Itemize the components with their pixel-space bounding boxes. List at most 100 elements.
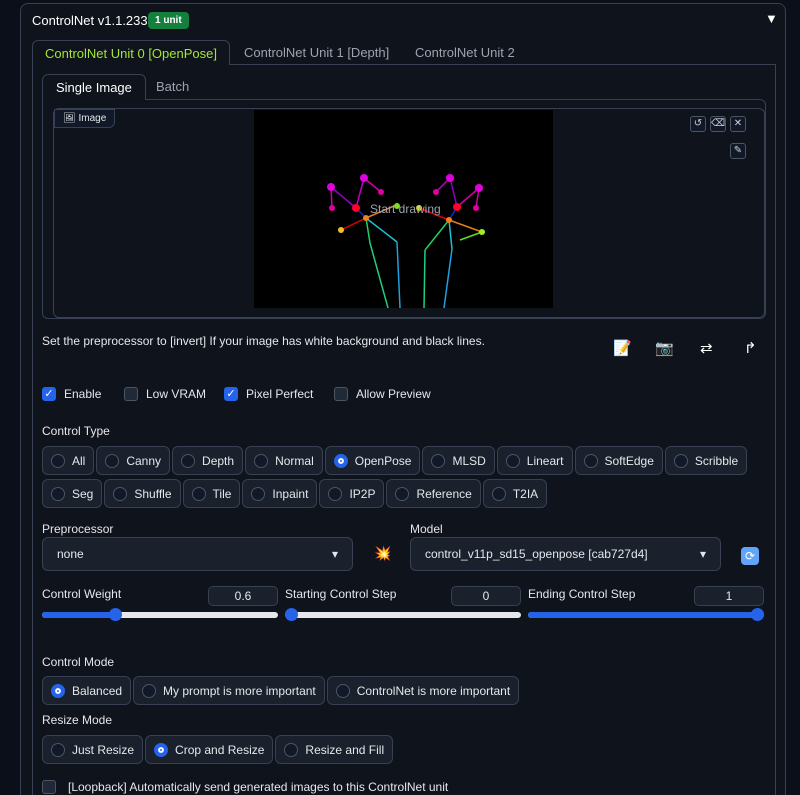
radio-reference[interactable]: Reference [386,479,481,508]
close-icon[interactable]: ✕ [730,116,746,132]
radio-circle-icon[interactable] [51,486,65,501]
radio-all[interactable]: All [42,446,95,475]
eraser-icon[interactable]: ⌫ [710,116,726,132]
radio-ip2p[interactable]: IP2P [319,479,385,508]
radio-my-prompt-is-more-important[interactable]: My prompt is more important [133,676,325,705]
radio-label: Tile [212,486,232,501]
chevron-down-icon: ▾ [331,547,338,561]
radio-label: My prompt is more important [163,683,316,698]
radio-label: All [72,453,86,468]
collapse-triangle-icon[interactable]: ▼ [765,11,778,26]
radio-crop-and-resize[interactable]: Crop and Resize [145,735,274,764]
radio-softedge[interactable]: SoftEdge [574,446,663,475]
chevron-down-icon: ▾ [699,547,706,561]
radio-resize-and-fill[interactable]: Resize and Fill [275,735,394,764]
radio-balanced[interactable]: Balanced [42,676,132,705]
radio-normal[interactable]: Normal [245,446,323,475]
control-type-row-2: Seg Shuffle Tile Inpaint IP2P Reference T2IA [42,479,548,508]
radio-circle-icon[interactable] [191,486,206,501]
checkbox-icon[interactable] [42,780,56,794]
preprocessor-dropdown[interactable]: none ▾ [42,537,353,571]
radio-circle-icon[interactable] [251,486,266,501]
panel-title: ControlNet v1.1.233 [32,13,148,28]
loopback-checkbox[interactable]: [Loopback] Automatically send generated … [42,780,448,794]
radio-circle-icon[interactable] [51,742,65,757]
checkbox-icon[interactable]: ✓ [42,387,56,401]
slider-thumb[interactable] [108,608,122,621]
radio-circle-icon[interactable] [335,683,350,698]
slider-label: Control Weight [42,587,122,601]
slider-track[interactable] [285,608,521,621]
radio-circle-icon[interactable] [154,742,169,757]
radio-controlnet-is-more-important[interactable]: ControlNet is more important [326,676,520,705]
radio-circle-icon[interactable] [113,486,128,501]
radio-circle-icon[interactable] [142,683,157,698]
radio-canny[interactable]: Canny [96,446,171,475]
slider-track[interactable] [528,608,764,621]
tab-unit-2[interactable]: ControlNet Unit 2 [403,40,527,65]
radio-circle-icon[interactable] [333,453,348,468]
radio-depth[interactable]: Depth [172,446,244,475]
tab-unit-0[interactable]: ControlNet Unit 0 [OpenPose] [32,40,230,65]
radio-seg[interactable]: Seg [42,479,103,508]
checkbox-label: Enable [64,387,102,401]
radio-label: Lineart [526,453,564,468]
radio-circle-icon[interactable] [51,683,65,698]
radio-label: Shuffle [134,486,172,501]
slider-number-input[interactable]: 1 [694,586,764,606]
camera-icon[interactable]: 📷 [655,339,674,357]
enable-checkbox[interactable]: ✓ Enable [42,387,101,401]
slider-track[interactable] [42,608,278,621]
edit-image-icon[interactable]: 📝 [613,339,632,357]
radio-tile[interactable]: Tile [182,479,241,508]
radio-lineart[interactable]: Lineart [496,446,573,475]
undo-icon[interactable]: ↺ [690,116,706,132]
allow-preview-checkbox[interactable]: Allow Preview [334,387,431,401]
radio-scribble[interactable]: Scribble [664,446,748,475]
swap-icon[interactable]: ⇄ [700,339,713,357]
tab-unit-1[interactable]: ControlNet Unit 1 [Depth] [232,40,401,65]
radio-circle-icon[interactable] [491,486,506,501]
slider-number-input[interactable]: 0.6 [208,586,278,606]
brush-icon[interactable]: ✎ [730,143,746,159]
radio-circle-icon[interactable] [395,486,410,501]
low-vram-checkbox[interactable]: Low VRAM [124,387,206,401]
radio-label: MLSD [452,453,486,468]
radio-inpaint[interactable]: Inpaint [242,479,318,508]
radio-shuffle[interactable]: Shuffle [104,479,181,508]
run-preprocessor-icon[interactable]: 💥 [374,545,391,562]
model-dropdown[interactable]: control_v11p_sd15_openpose [cab727d4] ▾ [410,537,721,571]
radio-circle-icon[interactable] [328,486,343,501]
radio-mlsd[interactable]: MLSD [422,446,495,475]
checkbox-icon[interactable] [334,387,348,401]
tab-batch[interactable]: Batch [143,74,202,100]
radio-just-resize[interactable]: Just Resize [42,735,144,764]
refresh-models-icon[interactable]: ⟳ [741,547,759,565]
radio-label: Seg [72,486,94,501]
radio-circle-icon[interactable] [284,742,299,757]
control-mode-label: Control Mode [42,655,115,669]
radio-t2ia[interactable]: T2IA [482,479,548,508]
radio-circle-icon[interactable] [583,453,598,468]
control-type-label: Control Type [42,424,110,438]
slider-thumb[interactable] [751,608,764,621]
checkbox-icon[interactable]: ✓ [224,387,238,401]
checkbox-icon[interactable] [124,387,138,401]
radio-label: ControlNet is more important [356,683,511,698]
slider-thumb[interactable] [285,608,298,621]
pixel-perfect-checkbox[interactable]: ✓ Pixel Perfect [224,387,313,401]
radio-circle-icon[interactable] [105,453,120,468]
radio-circle-icon[interactable] [51,453,65,468]
image-label: 🖼 Image [54,109,116,128]
radio-circle-icon[interactable] [181,453,196,468]
radio-label: Canny [126,453,162,468]
radio-openpose[interactable]: OpenPose [324,446,421,475]
radio-circle-icon[interactable] [505,453,520,468]
slider-number-input[interactable]: 0 [451,586,521,606]
preprocessor-hint: Set the preprocessor to [invert] If your… [42,334,485,348]
radio-circle-icon[interactable] [673,453,688,468]
tab-single-image[interactable]: Single Image [42,74,146,100]
radio-circle-icon[interactable] [254,453,269,468]
send-dimensions-icon[interactable]: ↱ [744,339,757,357]
radio-circle-icon[interactable] [431,453,446,468]
